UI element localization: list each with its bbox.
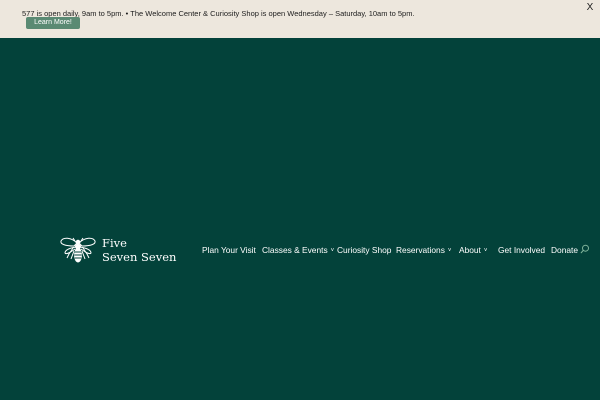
hero-section [0,38,600,400]
nav-classes-events[interactable]: Classes & Events ˅ [262,244,334,257]
nav-item-label: Get Involved [498,245,546,255]
nav-plan-your-visit[interactable]: Plan Your Visit [202,244,256,256]
nav-item-label: Plan Your Visit [202,245,256,255]
learn-more-button[interactable]: Learn More! [26,17,80,29]
nav-get-involved[interactable]: Get Involved [498,244,545,256]
nav-item-label: Reservations [396,245,445,255]
chevron-down-icon: ˅ [447,248,452,254]
nav-item-label: About [459,245,481,255]
nav-item-label: Curiosity Shop [337,245,392,255]
nav-curiosity-shop[interactable]: Curiosity Shop [337,244,391,256]
main-navigation: Plan Your Visit Classes & Events ˅ Curios… [0,244,600,256]
banner-message: 577 is open daily, 9am to 5pm. • The Wel… [22,9,415,18]
chevron-down-icon: ˅ [330,248,335,254]
nav-item-label: Classes & Events [262,245,328,255]
nav-about[interactable]: About ˅ [459,244,487,257]
chevron-down-icon: ˅ [483,248,488,254]
nav-reservations[interactable]: Reservations ˅ [396,244,451,257]
announcement-banner: 577 is open daily, 9am to 5pm. • The Wel… [0,0,600,38]
close-banner-button[interactable]: X [585,3,595,13]
nav-donate[interactable]: Donate [551,244,578,256]
search-icon[interactable] [580,244,590,254]
nav-item-label: Donate [551,245,579,255]
